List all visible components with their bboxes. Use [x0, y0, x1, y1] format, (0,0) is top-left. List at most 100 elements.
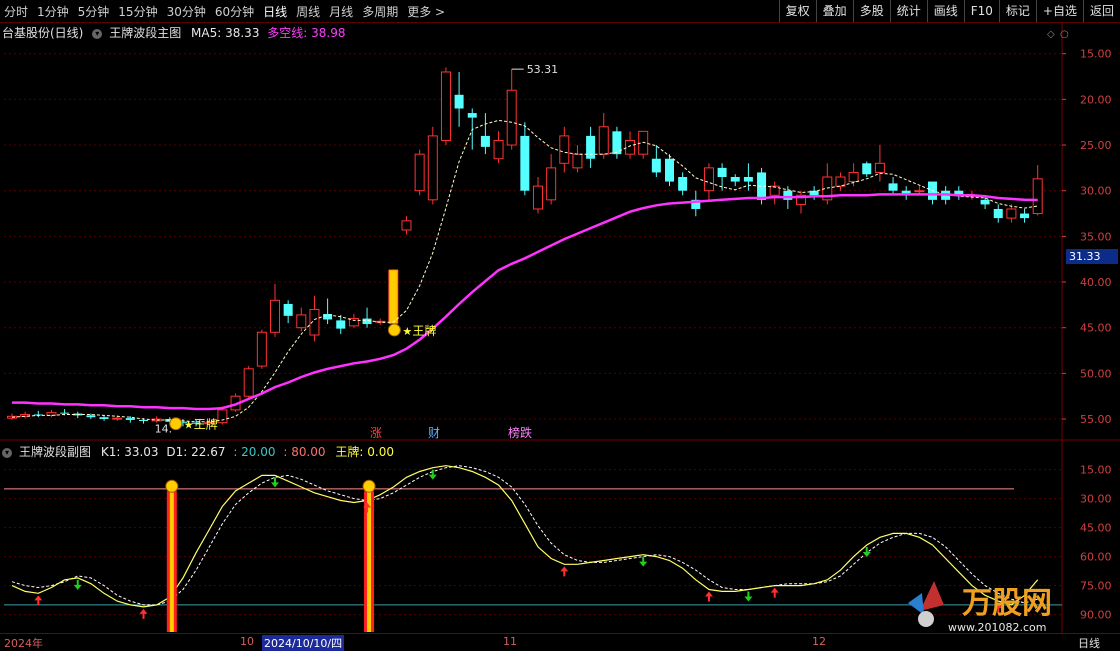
sub-ytick-label: 60.00 — [1080, 551, 1112, 564]
event-badge-1: 财 — [428, 426, 440, 440]
candle-body — [665, 158, 674, 182]
pane-toggle-icon: ◇ — [1047, 29, 1055, 40]
main-ytick-label: 25.00 — [1080, 139, 1112, 152]
signal-bar — [388, 269, 398, 324]
wangpai-low-label: 王牌 — [194, 418, 218, 432]
wangpai-column-coin-icon — [165, 479, 179, 493]
candle-body — [296, 314, 307, 329]
candle-body — [993, 208, 1003, 219]
candle-body — [625, 139, 636, 155]
candle-body — [1006, 208, 1017, 219]
candle-body — [572, 153, 583, 169]
pane-close-icon: ○ — [1060, 29, 1069, 40]
candle-body — [336, 320, 346, 329]
candle-body — [546, 167, 557, 201]
candle-body — [559, 135, 570, 164]
candle-body — [348, 318, 359, 327]
candle-body — [678, 177, 688, 191]
candle-body — [783, 190, 793, 200]
buy-arrow-icon — [704, 591, 713, 602]
date-axis: 2024年 10 2024/10/10/四 11 12 日线 — [0, 633, 1120, 651]
wangpai-mid-coin-icon — [387, 323, 401, 337]
candle-body — [743, 177, 753, 182]
candle-body — [467, 113, 477, 118]
candle-body — [60, 412, 70, 414]
candle-body — [99, 417, 109, 420]
buy-arrow-icon — [560, 566, 569, 577]
candle-body — [139, 419, 148, 421]
wangpai-low-star-icon: ★ — [184, 419, 194, 432]
wangpai-column-core-0 — [169, 491, 174, 632]
candle-body — [874, 162, 885, 173]
candle-body — [862, 163, 872, 175]
candle-body — [730, 177, 740, 182]
candle-body — [586, 135, 596, 159]
event-badge-0: 涨 — [370, 425, 382, 440]
main-ytick-label: 55.00 — [1080, 413, 1112, 426]
candle-body — [125, 418, 135, 420]
main-ytick-label: 20.00 — [1080, 93, 1112, 106]
candle-body — [703, 167, 714, 192]
brand-url: www.201082.com — [948, 621, 1046, 634]
candle-body — [914, 190, 925, 193]
chart-canvas[interactable]: 55.00 50.00 45.00 40.00 35.00 30.00 25.00 20.00… — [0, 0, 1120, 650]
candle-body — [493, 139, 504, 160]
date-label-nov: 11 — [503, 635, 517, 648]
candle-body — [980, 199, 990, 205]
sub-ytick-label: 15.00 — [1080, 464, 1112, 477]
main-ytick-label: 45.00 — [1080, 322, 1112, 335]
main-ytick-label: 35.00 — [1080, 230, 1112, 243]
wangpai-mid-label: 王牌 — [412, 324, 436, 338]
candle-body — [651, 158, 661, 173]
sell-arrow-icon — [862, 547, 871, 557]
wangpai-mid-star-icon: ★ — [402, 325, 412, 338]
main-ytick-label: 30.00 — [1080, 185, 1112, 198]
candle-body — [440, 71, 451, 141]
date-label-dec: 12 — [812, 635, 826, 648]
cursor-date: 2024/10/10/四 — [262, 635, 345, 651]
sub-ytick-label: 30.00 — [1080, 493, 1112, 506]
date-label-year: 2024年 — [4, 637, 43, 650]
date-label-oct: 10 — [240, 635, 254, 648]
wangpai-low-coin-icon — [169, 417, 183, 431]
candle-body — [717, 167, 727, 178]
wangpai-column-coin-icon — [362, 479, 376, 493]
candle-body — [401, 220, 412, 231]
current-price-tag: 31.33 — [1066, 249, 1118, 264]
sub-ytick-label: 45.00 — [1080, 522, 1112, 535]
candle-body — [888, 183, 898, 191]
candle-body — [256, 331, 267, 367]
candle-body — [112, 417, 123, 420]
candle-body — [506, 89, 517, 146]
main-ytick-label: 40.00 — [1080, 276, 1112, 289]
buy-arrow-icon — [770, 587, 779, 598]
brand-watermark: 万股网 www.201082.com — [908, 581, 1052, 634]
candle-body — [283, 303, 293, 316]
candle-body — [848, 171, 859, 183]
candle-body — [480, 135, 490, 147]
candle-body — [454, 94, 464, 109]
candle-body — [1020, 213, 1030, 219]
candle-body — [1032, 178, 1043, 215]
event-badge-2: 榜跌 — [508, 425, 532, 440]
period-label: 日线 — [1078, 637, 1100, 650]
sell-arrow-icon — [73, 579, 82, 590]
brand-name: 万股网 — [962, 586, 1052, 621]
sell-arrow-icon — [744, 591, 753, 602]
candle-body — [533, 185, 543, 210]
buy-arrow-icon — [34, 595, 43, 606]
main-ytick-label: 15.00 — [1080, 48, 1112, 61]
high-price-marker: 53.31 — [527, 63, 559, 76]
candle-body — [414, 153, 425, 192]
dk-line — [12, 193, 1038, 411]
candle-body — [270, 299, 280, 333]
main-ytick-label: 50.00 — [1080, 367, 1112, 380]
candle-body — [86, 415, 96, 418]
brand-logo-icon — [908, 581, 944, 627]
candle-body — [598, 126, 609, 155]
sell-arrow-icon — [639, 556, 648, 567]
candle-body — [520, 135, 530, 191]
buy-arrow-icon — [139, 608, 148, 619]
candle-body — [7, 415, 17, 419]
candle-body — [243, 368, 254, 397]
